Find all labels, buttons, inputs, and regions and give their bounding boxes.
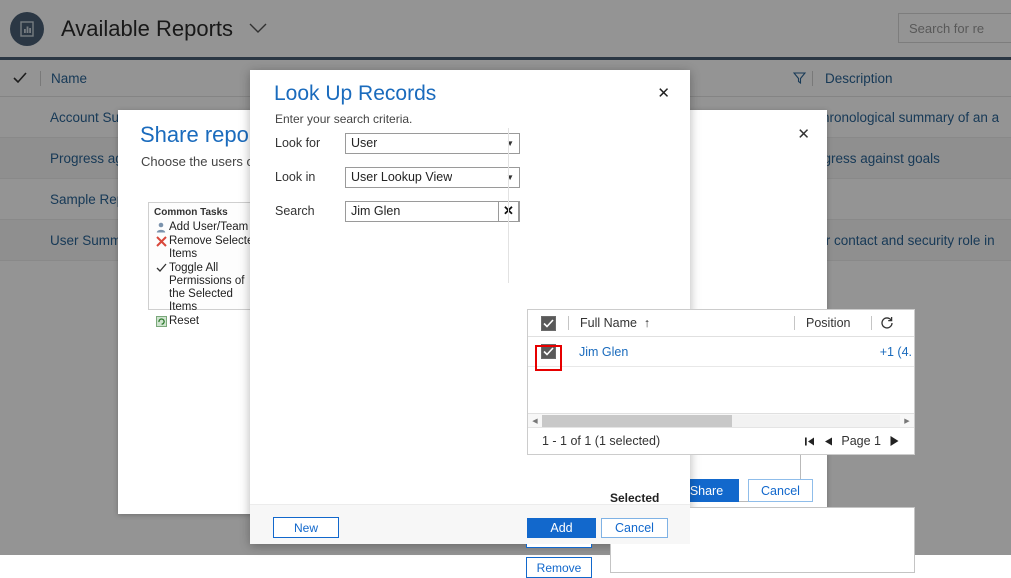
reset-icon <box>154 315 169 327</box>
add-user-icon <box>154 221 169 233</box>
common-task-remove-selected-items[interactable]: Remove Selected Items <box>154 235 262 261</box>
phone-cell: +1 (4. <box>869 345 914 359</box>
previous-page-icon[interactable] <box>823 436 833 447</box>
modal-subtitle: Enter your search criteria. <box>275 112 412 126</box>
remove-x-icon <box>154 235 169 247</box>
refresh-icon[interactable] <box>872 316 914 330</box>
modal-title: Look Up Records <box>274 82 436 106</box>
common-task-label: Toggle All Permissions of the Selected I… <box>169 262 262 314</box>
record-count-label: 1 - 1 of 1 (1 selected) <box>528 434 660 448</box>
scrollbar-thumb[interactable] <box>542 415 732 427</box>
report-chart-icon <box>10 12 44 46</box>
select-all-checkbox[interactable] <box>528 316 568 331</box>
new-button[interactable]: New <box>273 517 339 538</box>
cancel-button[interactable]: Cancel <box>601 518 668 538</box>
first-page-icon[interactable] <box>804 436 815 447</box>
common-task-toggle-all-permissions[interactable]: Toggle All Permissions of the Selected I… <box>154 262 262 314</box>
look-for-row: Look for User ▼ <box>275 130 535 156</box>
remove-button[interactable]: Remove <box>526 557 592 578</box>
scroll-left-arrow[interactable]: ◀ <box>528 417 542 425</box>
search-criteria-form: Look for User ▼ Look in User Lookup View… <box>275 130 535 232</box>
share-cancel-button[interactable]: Cancel <box>748 479 813 502</box>
search-input[interactable]: Search for re <box>898 13 1011 43</box>
form-divider <box>508 128 509 283</box>
look-up-records-modal: Look Up Records Enter your search criter… <box>250 70 690 544</box>
column-header-description[interactable]: Description <box>813 71 893 86</box>
checkmark-icon[interactable] <box>0 72 40 84</box>
column-header-position[interactable]: Position <box>795 316 871 330</box>
pager-navigation: Page 1 <box>804 434 914 448</box>
horizontal-scrollbar[interactable]: ◀ ▶ <box>528 413 914 427</box>
sort-ascending-arrow: ↑ <box>640 316 650 330</box>
common-task-label: Add User/Team <box>169 221 248 234</box>
search-input[interactable]: Jim Glen ✕ <box>345 201 520 222</box>
lookup-results-grid: Full Name ↑ Position Jim Glen+1 (4. ◀ ▶ … <box>527 309 915 455</box>
column-header-full-name-label: Full Name <box>580 316 637 330</box>
common-tasks-title: Common Tasks <box>154 207 262 218</box>
check-icon <box>154 262 169 273</box>
highlight-annotation <box>535 345 562 371</box>
results-grid-header: Full Name ↑ Position <box>528 310 914 337</box>
search-label: Search <box>275 204 345 218</box>
common-task-label: Remove Selected Items <box>169 235 262 261</box>
search-value: Jim Glen <box>346 204 400 218</box>
close-icon[interactable]: ✕ <box>657 86 670 101</box>
share-dialog-title: Share report <box>140 122 262 148</box>
search-row: Search Jim Glen ✕ <box>275 198 535 224</box>
column-header-full-name[interactable]: Full Name ↑ <box>569 316 794 330</box>
add-button[interactable]: Add <box>527 518 596 538</box>
page-title: Available Reports <box>61 16 233 42</box>
checkbox-checked-icon <box>541 316 556 331</box>
look-in-row: Look in User Lookup View ▼ <box>275 164 535 190</box>
row-checkbox[interactable] <box>528 344 568 359</box>
app-header: Available Reports Search for re <box>0 0 1011 57</box>
look-in-label: Look in <box>275 170 345 184</box>
look-for-select[interactable]: User ▼ <box>345 133 520 154</box>
look-in-value: User Lookup View <box>346 170 452 184</box>
result-row[interactable]: Jim Glen +1 (4. <box>528 337 914 367</box>
close-icon[interactable]: ✕ <box>797 127 810 142</box>
page-number-label: Page 1 <box>841 434 881 448</box>
scrollbar-track[interactable] <box>542 415 900 427</box>
share-dialog-buttons: Share Cancel <box>674 479 813 502</box>
common-task-reset[interactable]: Reset <box>154 315 262 328</box>
look-for-label: Look for <box>275 136 345 150</box>
scroll-right-arrow[interactable]: ▶ <box>900 417 914 425</box>
full-name-cell[interactable]: Jim Glen <box>568 345 793 359</box>
next-page-icon[interactable] <box>889 435 900 447</box>
look-for-value: User <box>346 136 377 150</box>
look-in-select[interactable]: User Lookup View ▼ <box>345 167 520 188</box>
common-task-label: Reset <box>169 315 199 328</box>
results-pager: 1 - 1 of 1 (1 selected) Page 1 <box>528 427 914 454</box>
chevron-down-icon[interactable] <box>249 23 267 34</box>
filter-icon[interactable] <box>786 72 812 84</box>
common-task-add-user-team[interactable]: Add User/Team <box>154 221 262 234</box>
